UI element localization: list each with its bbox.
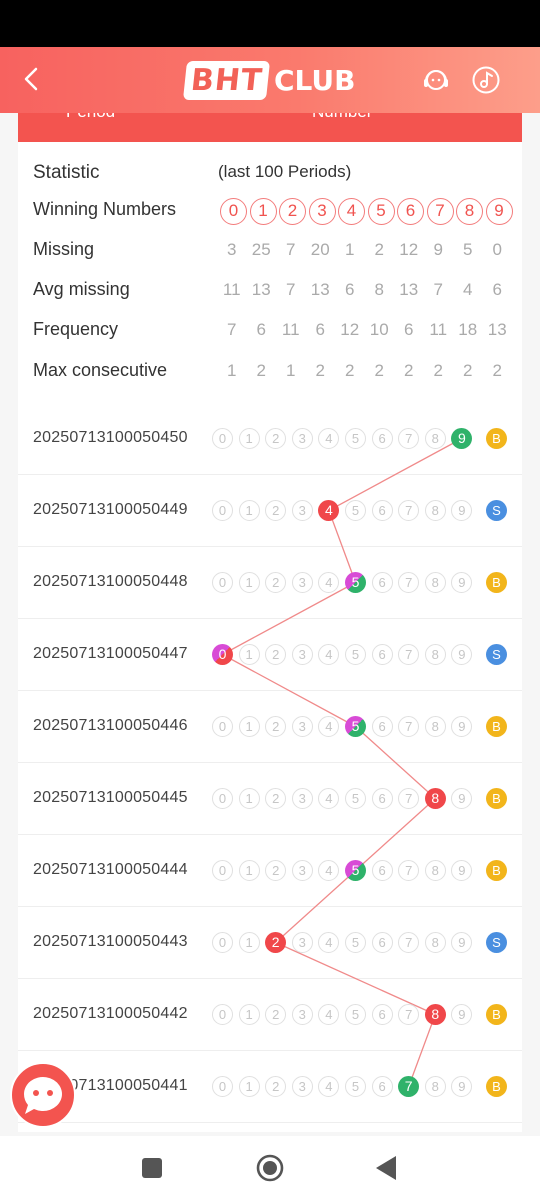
digit-ball: 8	[424, 932, 446, 953]
digit-ball: 3	[291, 572, 313, 593]
digit-ball: 1	[238, 428, 260, 449]
digit-ball: 3	[291, 1004, 313, 1025]
digit-ball: 5	[345, 932, 366, 953]
winning-digit-ball: 0	[212, 644, 233, 665]
digit-ball: 0	[212, 500, 233, 521]
trend-segment	[222, 581, 356, 656]
statistics-card: Statistic (last 100 Periods) Winning Num…	[18, 142, 522, 1132]
trend-segment	[355, 726, 436, 799]
digit-ball: 1	[238, 644, 260, 665]
stop-square-icon	[142, 1158, 162, 1178]
digit-ball: 0	[212, 428, 233, 449]
digit-ball: 0	[212, 1076, 233, 1097]
digit-ball: 6	[371, 1076, 393, 1097]
digit-ball: 3	[291, 788, 313, 809]
digit-ball: 5	[345, 1076, 366, 1097]
back-button[interactable]	[18, 61, 48, 97]
digit-ball: 3	[291, 500, 313, 521]
support-button[interactable]	[421, 65, 451, 95]
digit-ball: 6	[371, 500, 393, 521]
logo-text: CLUB	[273, 63, 356, 97]
recent-apps-button[interactable]	[141, 1157, 163, 1184]
digit-ball: 6	[371, 932, 393, 953]
digit-ball: 8	[424, 860, 446, 881]
digit-ball: 1	[238, 572, 260, 593]
digit-ball: 1	[238, 860, 260, 881]
digit-ball: 6	[371, 716, 393, 737]
digit-ball: 8	[424, 716, 446, 737]
digit-ball: 8	[424, 572, 446, 593]
system-back-button[interactable]	[374, 1155, 398, 1186]
chat-button[interactable]	[10, 1062, 76, 1128]
digit-ball: 6	[371, 1004, 393, 1025]
winning-digit-ball: 8	[424, 788, 446, 809]
digit-ball: 6	[371, 788, 393, 809]
trend-line-chart	[222, 437, 463, 1087]
trend-segment	[275, 870, 356, 943]
winning-digit-ball: 5	[345, 716, 366, 737]
chevron-left-icon	[24, 67, 38, 91]
winning-digit-ball: 5	[345, 572, 366, 593]
digit-ball: 0	[212, 572, 233, 593]
digit-ball: 1	[238, 1076, 260, 1097]
digit-ball: 0	[212, 1004, 233, 1025]
digit-ball: 3	[291, 860, 313, 881]
digit-ball: 3	[291, 428, 313, 449]
trend-segment	[355, 798, 436, 871]
status-bar	[0, 0, 540, 47]
digit-ball: 8	[424, 644, 446, 665]
digit-ball: 3	[291, 1076, 313, 1097]
digit-ball: 3	[291, 932, 313, 953]
chat-bubble-icon	[10, 1062, 76, 1128]
digit-ball: 5	[345, 500, 366, 521]
digit-ball: 5	[345, 788, 366, 809]
digit-ball: 8	[424, 428, 446, 449]
digit-ball: 6	[371, 644, 393, 665]
digit-ball: 5	[345, 1004, 366, 1025]
music-button[interactable]	[471, 65, 501, 95]
digit-ball: 1	[238, 788, 260, 809]
system-nav-bar	[0, 1136, 540, 1200]
digit-ball: 8	[424, 1076, 446, 1097]
logo-mark: BHT	[182, 60, 271, 100]
digit-ball: 1	[238, 500, 260, 521]
home-button[interactable]	[256, 1154, 284, 1187]
digit-ball: 5	[345, 428, 366, 449]
digit-ball: 1	[238, 932, 260, 953]
headset-icon	[424, 70, 448, 90]
digit-ball: 3	[291, 716, 313, 737]
digit-ball: 6	[371, 572, 393, 593]
digit-ball: 5	[345, 644, 366, 665]
digit-ball: 0	[212, 716, 233, 737]
digit-ball: 0	[212, 788, 233, 809]
digit-ball: 8	[424, 500, 446, 521]
brand-logo: BHT CLUB	[182, 60, 356, 100]
digit-ball: 6	[371, 860, 393, 881]
back-triangle-icon	[376, 1156, 396, 1180]
digit-ball: 0	[212, 932, 233, 953]
trend-segment	[328, 437, 463, 512]
digit-ball: 1	[238, 716, 260, 737]
digit-ball: 3	[291, 644, 313, 665]
app-header: BHT CLUB	[0, 47, 540, 113]
digit-ball: 6	[371, 428, 393, 449]
home-circle-icon	[256, 1154, 284, 1182]
trend-segment	[222, 653, 356, 728]
digit-ball: 0	[212, 860, 233, 881]
digit-ball: 1	[238, 1004, 260, 1025]
music-note-icon	[472, 66, 500, 94]
winning-digit-ball: 8	[424, 1004, 446, 1025]
winning-digit-ball: 5	[345, 860, 366, 881]
